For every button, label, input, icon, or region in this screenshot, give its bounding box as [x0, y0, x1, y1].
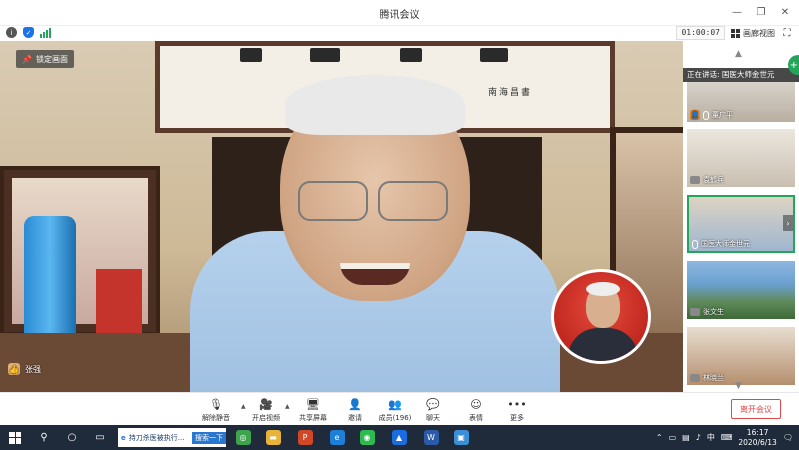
more-icon: ••• [507, 397, 527, 411]
notification-icon[interactable]: 🗨 [783, 433, 793, 442]
edge-icon[interactable]: e [328, 428, 346, 447]
self-view-bubble[interactable] [551, 269, 651, 364]
photos-icon[interactable]: ▣ [452, 428, 470, 447]
wechat-icon[interactable]: ◉ [358, 428, 376, 447]
participant-tile[interactable]: 👤 董广平 [687, 82, 795, 122]
mic-muted-icon [690, 308, 700, 316]
main-video[interactable]: 南海昌書 📌 锁定画面 👍 张强 [0, 41, 683, 392]
chevron-up-icon[interactable]: ▲ [241, 403, 246, 410]
chat-button[interactable]: 💬 聊天 [413, 397, 453, 423]
participant-tile-active[interactable]: 国医大师金世元 › [687, 195, 795, 253]
scroll-up-icon[interactable]: ▲ [735, 49, 742, 59]
chevron-up-icon[interactable]: ⌃ [656, 433, 663, 442]
thumbs-up-icon: 👍 [8, 363, 20, 375]
more-button[interactable]: ••• 更多 [497, 397, 537, 423]
lock-view-label: 锁定画面 [35, 54, 68, 64]
clock-time: 16:17 [746, 427, 769, 437]
fullscreen-icon[interactable]: ⛶ [781, 27, 793, 39]
participant-name: 董广平 [712, 111, 733, 119]
participant-name: 国医大师金世元 [701, 240, 750, 248]
ie-icon: e [121, 433, 126, 442]
word-icon[interactable]: W [422, 428, 440, 447]
main-speaker-name: 张强 [25, 364, 41, 374]
emoji-icon: ☺ [470, 397, 482, 411]
volume-icon[interactable]: ♪ [696, 433, 701, 442]
pin-icon: 📌 [22, 54, 32, 64]
share-screen-icon: 🖥 [306, 397, 320, 411]
battery-icon[interactable]: ▭ [669, 433, 677, 442]
main-speaker [190, 75, 560, 392]
windows-taskbar: ⚲ ○ ▭ e 持刀杀医被执行... 搜索一下 ◎ ▬ P e ◉ ▲ W ▣ … [0, 425, 799, 450]
gallery-view-button[interactable]: 画廊视图 [731, 28, 775, 39]
powerpoint-icon[interactable]: P [296, 428, 314, 447]
windows-icon [9, 431, 21, 444]
thermos [24, 216, 76, 346]
scroll-down-icon[interactable]: ▼ [735, 381, 742, 391]
participant-name: 袁鹤兵 [703, 176, 724, 184]
start-button[interactable] [6, 428, 24, 447]
close-button[interactable]: ✕ [777, 4, 793, 20]
speaking-indicator: 正在讲话: 国医大师金世元 [683, 68, 799, 82]
red-box [96, 269, 142, 339]
clock[interactable]: 16:17 2020/6/13 [738, 428, 776, 448]
task-view-icon[interactable]: ▭ [92, 428, 108, 447]
main-speaker-label: 👍 张强 [8, 363, 41, 375]
participant-tile[interactable]: 林晓兰 [687, 327, 795, 385]
file-explorer-icon[interactable]: ▬ [264, 428, 282, 447]
chevron-right-icon[interactable]: › [783, 215, 793, 231]
start-video-button[interactable]: 🎥 开启视频 [246, 397, 286, 423]
invite-button[interactable]: 👤 邀请 [335, 397, 375, 423]
search-icon[interactable]: ⚲ [36, 428, 52, 447]
app-icon-360[interactable]: ◎ [234, 428, 252, 447]
participant-name: 林晓兰 [703, 374, 724, 382]
members-icon: 👥 [388, 397, 402, 411]
participant-tile[interactable]: 袁鹤兵 [687, 129, 795, 187]
camera-off-icon: 🎥 [259, 397, 273, 411]
leave-meeting-button[interactable]: 离开会议 [731, 399, 781, 419]
browser-task-button[interactable]: e 持刀杀医被执行... 搜索一下 [118, 428, 226, 447]
meeting-toolbar: 🎙 解除静音 ▲ 🎥 开启视频 ▲ 🖥 共享屏幕 👤 邀请 👥 成员(196) … [0, 392, 799, 425]
signal-icon[interactable] [40, 27, 51, 38]
mic-icon [692, 239, 698, 249]
participant-sidebar: ▲ ++ 正在讲话: 国医大师金世元 👤 董广平 袁鹤兵 国医大师金世元 › 张… [683, 41, 799, 392]
emoji-button[interactable]: ☺ 表情 [456, 397, 496, 423]
participant-tile[interactable]: 张文生 [687, 261, 795, 319]
tencent-meeting-icon[interactable]: ▲ [390, 428, 408, 447]
shield-icon[interactable]: ✓ [23, 27, 34, 38]
restore-button[interactable]: ❐ [753, 4, 769, 20]
chevron-up-icon[interactable]: ▲ [285, 403, 290, 410]
mic-icon [703, 110, 709, 120]
system-tray: ⌃ ▭ ▤ ♪ 中 ⌨ 16:17 2020/6/13 🗨 [656, 425, 799, 450]
network-icon[interactable]: ▤ [682, 433, 690, 442]
mic-muted-icon: 🎙 [209, 397, 223, 411]
grid-icon [731, 28, 740, 38]
members-button[interactable]: 👥 成员(196) [375, 397, 415, 423]
minimize-button[interactable]: — [729, 4, 745, 20]
browser-search-button[interactable]: 搜索一下 [192, 431, 226, 444]
window-title: 腾讯会议 [379, 10, 420, 21]
participant-name: 张文生 [703, 308, 724, 316]
meeting-info-bar: i ✓ 01:00:07 画廊视图 ⛶ [0, 26, 799, 41]
ime-indicator[interactable]: 中 [707, 432, 715, 443]
title-bar: 腾讯会议 — ❐ ✕ [0, 0, 799, 26]
keyboard-icon[interactable]: ⌨ [721, 433, 733, 442]
lock-view-button[interactable]: 📌 锁定画面 [16, 50, 74, 68]
invite-icon: 👤 [348, 397, 362, 411]
mic-muted-icon [690, 176, 700, 184]
mic-muted-icon [690, 374, 700, 382]
share-screen-button[interactable]: 🖥 共享屏幕 [293, 397, 333, 423]
gallery-view-label: 画廊视图 [743, 28, 775, 38]
browser-task-title: 持刀杀医被执行... [128, 433, 185, 442]
cortana-icon[interactable]: ○ [64, 428, 80, 447]
unmute-button[interactable]: 🎙 解除静音 [196, 397, 236, 423]
meeting-timer: 01:00:07 [676, 26, 725, 40]
window-controls: — ❐ ✕ [729, 4, 793, 20]
user-icon: 👤 [690, 110, 700, 120]
clock-date: 2020/6/13 [738, 437, 777, 447]
info-icon[interactable]: i [6, 27, 17, 38]
chat-icon: 💬 [426, 397, 440, 411]
